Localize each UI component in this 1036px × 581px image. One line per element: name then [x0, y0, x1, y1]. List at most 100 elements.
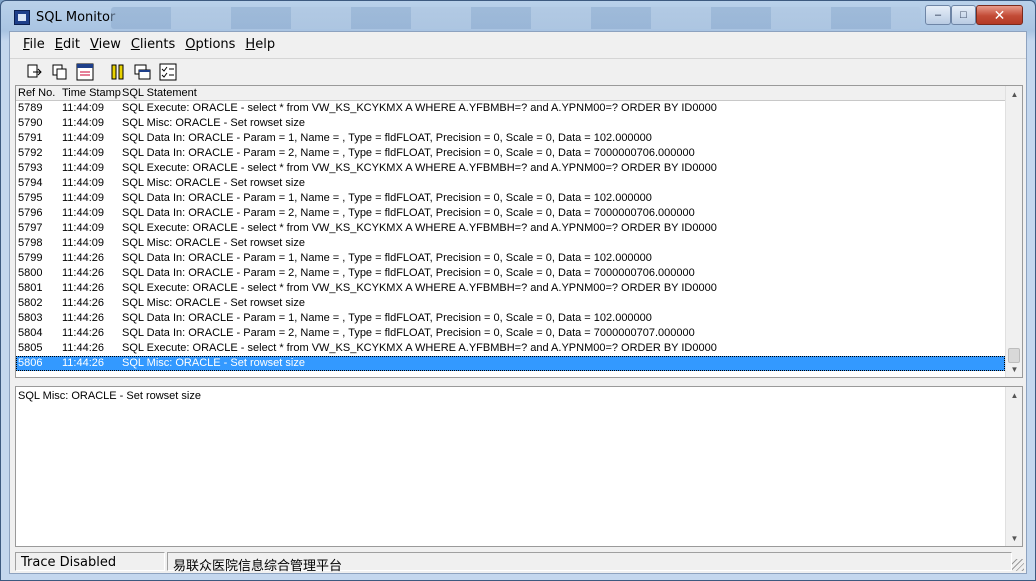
menu-options[interactable]: Options	[180, 37, 240, 52]
menu-file[interactable]: File	[18, 37, 50, 52]
cell-time-stamp: 11:44:09	[62, 102, 105, 114]
checklist-button[interactable]	[157, 61, 178, 82]
scroll-down-icon[interactable]: ▼	[1006, 361, 1023, 377]
table-row[interactable]: 5793 11:44:09 SQL Execute: ORACLE - select…	[16, 161, 1006, 176]
cell-time-stamp: 11:44:26	[62, 297, 105, 309]
cell-ref-no: 5805	[18, 342, 43, 354]
list-scrollbar[interactable]: ▲ ▼	[1005, 86, 1022, 377]
menu-bar: File Edit View Clients Options Help	[10, 32, 1026, 56]
maximize-button[interactable]: □	[951, 5, 976, 25]
cell-time-stamp: 11:44:09	[62, 237, 105, 249]
cell-time-stamp: 11:44:26	[62, 357, 105, 369]
checklist-icon	[159, 63, 176, 80]
table-row[interactable]: 5806 11:44:26 SQL Misc: ORACLE - Set rowse…	[16, 356, 1006, 371]
cell-ref-no: 5797	[18, 222, 43, 234]
cell-time-stamp: 11:44:09	[62, 117, 105, 129]
cell-ref-no: 5803	[18, 312, 43, 324]
menu-help[interactable]: Help	[240, 37, 280, 52]
list-rows: 5789 11:44:09 SQL Execute: ORACLE - select…	[16, 101, 1006, 377]
table-row[interactable]: 5795 11:44:09 SQL Data In: ORACLE - Param …	[16, 191, 1006, 206]
close-button[interactable]: ✕	[976, 5, 1023, 25]
table-row[interactable]: 5802 11:44:26 SQL Misc: ORACLE - Set rowse…	[16, 296, 1006, 311]
cell-time-stamp: 11:44:09	[62, 177, 105, 189]
cell-ref-no: 5795	[18, 192, 43, 204]
cell-time-stamp: 11:44:09	[62, 192, 105, 204]
table-row[interactable]: 5798 11:44:09 SQL Misc: ORACLE - Set rowse…	[16, 236, 1006, 251]
table-row[interactable]: 5790 11:44:09 SQL Misc: ORACLE - Set rowse…	[16, 116, 1006, 131]
cell-time-stamp: 11:44:09	[62, 207, 105, 219]
cell-time-stamp: 11:44:09	[62, 162, 105, 174]
cell-sql-statement: SQL Execute: ORACLE - select * from VW_K…	[122, 282, 717, 294]
pause-icon	[111, 64, 123, 79]
cell-ref-no: 5801	[18, 282, 43, 294]
cell-time-stamp: 11:44:26	[62, 267, 105, 279]
title-bar[interactable]: SQL Monitor – □ ✕	[1, 1, 1035, 31]
column-time-stamp[interactable]: Time Stamp	[62, 87, 121, 99]
cell-sql-statement: SQL Data In: ORACLE - Param = 2, Name = …	[122, 207, 695, 219]
cell-time-stamp: 11:44:09	[62, 132, 105, 144]
cell-ref-no: 5796	[18, 207, 43, 219]
table-row[interactable]: 5791 11:44:09 SQL Data In: ORACLE - Param …	[16, 131, 1006, 146]
table-row[interactable]: 5792 11:44:09 SQL Data In: ORACLE - Param …	[16, 146, 1006, 161]
windows-icon	[134, 64, 150, 79]
scroll-up-icon[interactable]: ▲	[1006, 86, 1023, 102]
cell-sql-statement: SQL Execute: ORACLE - select * from VW_K…	[122, 342, 717, 354]
table-row[interactable]: 5800 11:44:26 SQL Data In: ORACLE - Param …	[16, 266, 1006, 281]
column-sql-statement[interactable]: SQL Statement	[122, 87, 197, 99]
table-row[interactable]: 5805 11:44:26 SQL Execute: ORACLE - select…	[16, 341, 1006, 356]
save-log-button[interactable]	[24, 61, 45, 82]
copy-icon	[52, 64, 66, 79]
cell-ref-no: 5800	[18, 267, 43, 279]
detail-text: SQL Misc: ORACLE - Set rowset size	[18, 390, 201, 402]
toolbar	[10, 58, 1026, 84]
scroll-up-icon[interactable]: ▲	[1006, 387, 1023, 403]
table-row[interactable]: 5804 11:44:26 SQL Data In: ORACLE - Param …	[16, 326, 1006, 341]
save-log-icon	[27, 64, 42, 77]
cell-ref-no: 5802	[18, 297, 43, 309]
options-icon	[76, 63, 93, 80]
cell-ref-no: 5799	[18, 252, 43, 264]
status-bar: Trace Disabled 易联众医院信息综合管理平台	[10, 550, 1026, 574]
cell-ref-no: 5806	[18, 357, 43, 369]
menu-view[interactable]: View	[85, 37, 126, 52]
cell-ref-no: 5794	[18, 177, 43, 189]
list-header: Ref No. Time Stamp SQL Statement	[16, 86, 1006, 101]
options-button[interactable]	[74, 61, 95, 82]
pause-button[interactable]	[107, 61, 128, 82]
window-title: SQL Monitor	[36, 10, 116, 25]
cell-sql-statement: SQL Data In: ORACLE - Param = 2, Name = …	[122, 327, 695, 339]
cell-ref-no: 5792	[18, 147, 43, 159]
column-ref-no[interactable]: Ref No.	[18, 87, 55, 99]
copy-button[interactable]	[49, 61, 70, 82]
cell-sql-statement: SQL Data In: ORACLE - Param = 2, Name = …	[122, 147, 695, 159]
cell-sql-statement: SQL Misc: ORACLE - Set rowset size	[122, 117, 305, 129]
cell-ref-no: 5804	[18, 327, 43, 339]
cell-sql-statement: SQL Misc: ORACLE - Set rowset size	[122, 177, 305, 189]
table-row[interactable]: 5801 11:44:26 SQL Execute: ORACLE - select…	[16, 281, 1006, 296]
sql-detail-pane[interactable]: SQL Misc: ORACLE - Set rowset size ▲ ▼	[15, 386, 1023, 547]
minimize-button[interactable]: –	[925, 5, 951, 25]
cell-sql-statement: SQL Data In: ORACLE - Param = 2, Name = …	[122, 267, 695, 279]
table-row[interactable]: 5796 11:44:09 SQL Data In: ORACLE - Param …	[16, 206, 1006, 221]
cell-time-stamp: 11:44:26	[62, 252, 105, 264]
table-row[interactable]: 5799 11:44:26 SQL Data In: ORACLE - Param …	[16, 251, 1006, 266]
detail-scrollbar[interactable]: ▲ ▼	[1005, 387, 1022, 546]
cell-time-stamp: 11:44:26	[62, 282, 105, 294]
scroll-down-icon[interactable]: ▼	[1006, 530, 1023, 546]
windows-button[interactable]	[132, 61, 153, 82]
cell-ref-no: 5793	[18, 162, 43, 174]
cell-ref-no: 5790	[18, 117, 43, 129]
menu-clients[interactable]: Clients	[126, 37, 180, 52]
cell-sql-statement: SQL Execute: ORACLE - select * from VW_K…	[122, 102, 717, 114]
cell-ref-no: 5789	[18, 102, 43, 114]
table-row[interactable]: 5789 11:44:09 SQL Execute: ORACLE - select…	[16, 101, 1006, 116]
table-row[interactable]: 5803 11:44:26 SQL Data In: ORACLE - Param …	[16, 311, 1006, 326]
menu-edit[interactable]: Edit	[50, 37, 85, 52]
app-icon[interactable]	[14, 10, 30, 25]
cell-time-stamp: 11:44:26	[62, 327, 105, 339]
sql-trace-list[interactable]: Ref No. Time Stamp SQL Statement 5789 11:…	[15, 85, 1023, 378]
cell-sql-statement: SQL Execute: ORACLE - select * from VW_K…	[122, 162, 717, 174]
table-row[interactable]: 5794 11:44:09 SQL Misc: ORACLE - Set rowse…	[16, 176, 1006, 191]
resize-grip-icon[interactable]	[1012, 559, 1024, 571]
table-row[interactable]: 5797 11:44:09 SQL Execute: ORACLE - select…	[16, 221, 1006, 236]
